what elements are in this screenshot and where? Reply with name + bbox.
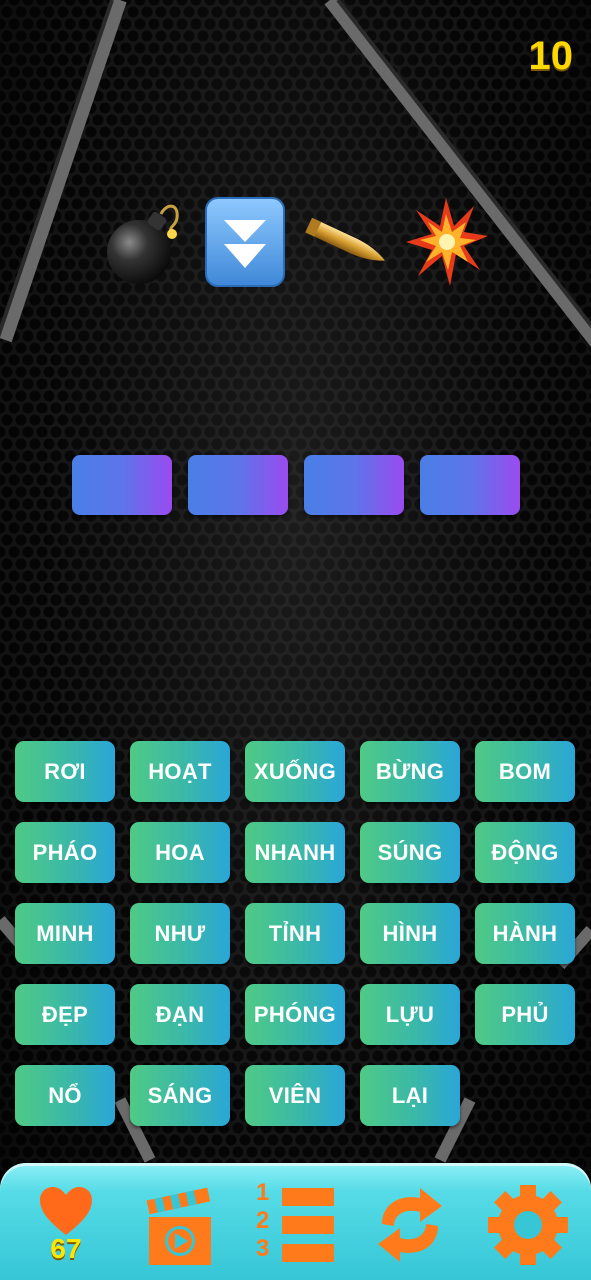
word-tile[interactable]: NHƯ [130,903,230,964]
word-tile[interactable]: PHỦ [475,984,575,1045]
bomb-icon [107,204,179,284]
word-tile[interactable]: TỈNH [245,903,345,964]
double-down-arrow-icon [204,197,285,287]
answer-slot[interactable] [304,455,404,515]
rank-number: 2 [256,1207,270,1234]
clue-images [100,188,490,296]
gear-icon [488,1185,568,1265]
lives-count: 67 [50,1233,82,1264]
level-number: 10 [528,34,574,78]
clue-2 [201,192,289,292]
leaderboard-button[interactable]: 1 2 3 [254,1175,338,1275]
word-tiles: RƠI HOẠT XUỐNG BỪNG BOM PHÁO HOA NHANH S… [15,741,577,1126]
word-tile[interactable]: MINH [15,903,115,964]
word-tile[interactable]: ĐẸP [15,984,115,1045]
watch-video-button[interactable] [144,1175,216,1275]
word-tile[interactable]: BOM [475,741,575,802]
word-tile[interactable]: RƠI [15,741,115,802]
word-tile[interactable]: ĐỘNG [475,822,575,883]
word-tile[interactable]: ĐẠN [130,984,230,1045]
word-tile[interactable]: VIÊN [245,1065,345,1126]
word-tile[interactable]: SÁNG [130,1065,230,1126]
word-tile[interactable]: PHÓNG [245,984,345,1045]
rank-number: 1 [256,1179,270,1206]
word-tile[interactable]: PHÁO [15,822,115,883]
heart-icon [40,1187,92,1235]
word-tile[interactable]: HÌNH [360,903,460,964]
refresh-button[interactable] [368,1175,452,1275]
word-tile[interactable]: XUỐNG [245,741,345,802]
bullet-icon [305,217,386,261]
lives-button[interactable]: 67 [32,1175,100,1275]
word-tile[interactable]: HÀNH [475,903,575,964]
word-tile[interactable]: NỔ [15,1065,115,1126]
word-tile[interactable]: LẠI [360,1065,460,1126]
ranking-numbers: 1 2 3 [256,1179,269,1263]
refresh-arrows-icon [378,1188,442,1262]
rank-number: 3 [256,1235,270,1262]
answer-slots [72,455,520,517]
word-tile[interactable]: SÚNG [360,822,460,883]
clue-4 [402,192,490,292]
clapperboard-video-icon [146,1187,211,1265]
word-tile[interactable]: HOA [130,822,230,883]
clue-1 [100,192,188,292]
settings-button[interactable] [486,1175,570,1275]
word-tile[interactable]: HOẠT [130,741,230,802]
answer-slot[interactable] [188,455,288,515]
answer-slot[interactable] [420,455,520,515]
word-tile[interactable]: BỪNG [360,741,460,802]
explosion-icon [405,198,488,286]
word-tile[interactable]: NHANH [245,822,345,883]
answer-slot[interactable] [72,455,172,515]
clue-3 [301,192,389,292]
word-tile[interactable]: LỰU [360,984,460,1045]
